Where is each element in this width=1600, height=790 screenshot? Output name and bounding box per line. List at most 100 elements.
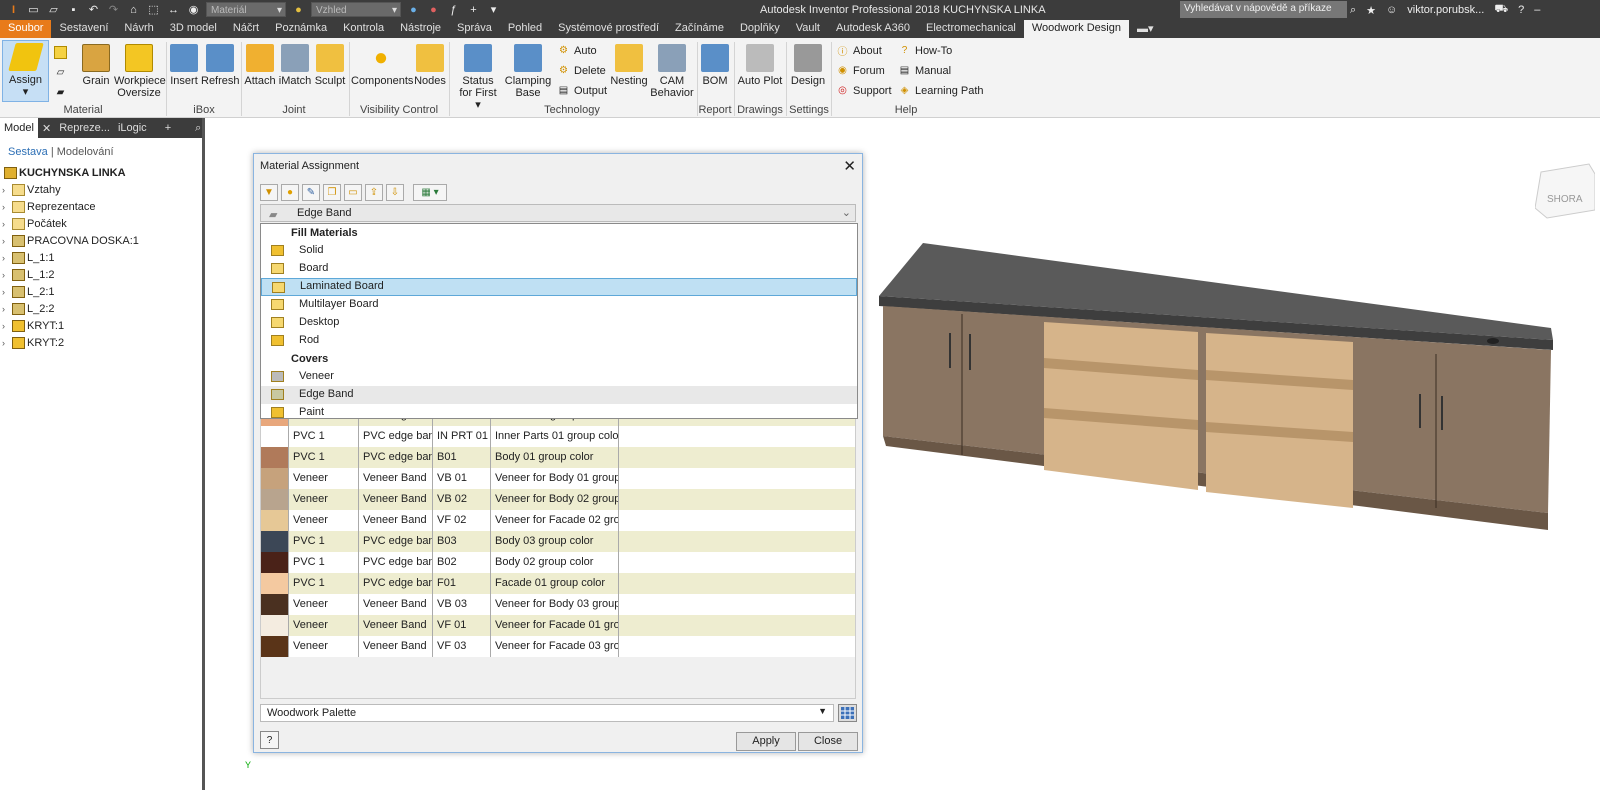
table-row[interactable]: Veneer Veneer Band VF 03 Veneer for Facade … [261, 636, 855, 657]
add-tab-button[interactable]: + [161, 122, 175, 134]
workpiece-oversize-button[interactable]: Workpiece Oversize [114, 42, 166, 99]
support-button[interactable]: ◎ Support [836, 84, 891, 97]
table-row[interactable]: Veneer Veneer Band VF 01 Veneer for Facade … [261, 615, 855, 636]
help-search-input[interactable]: Vyhledávat v nápovědě a příkaze [1180, 1, 1347, 18]
help-icon[interactable]: ? [1518, 4, 1524, 16]
table-row[interactable]: Veneer Veneer Band VB 01 Veneer for Body 01… [261, 468, 855, 489]
nodes-button[interactable]: Nodes [413, 42, 447, 87]
tree-item[interactable]: › Vztahy [2, 181, 202, 198]
pencil-icon[interactable]: ✎ [302, 184, 320, 201]
status-for-first-button[interactable]: Status for First ▾ [456, 42, 500, 111]
table-row[interactable]: Veneer Veneer Band VF 02 Veneer for Facade … [261, 510, 855, 531]
viewcube[interactable]: SHORA [1534, 160, 1596, 220]
tree-item[interactable]: › KRYT:2 [2, 334, 202, 351]
palette-select[interactable]: Woodwork Palette ▼ [260, 704, 834, 722]
tab-navrh[interactable]: Návrh [116, 20, 161, 38]
render-icon[interactable]: ◉ [186, 2, 201, 17]
tab-soubor[interactable]: Soubor [0, 20, 52, 38]
nesting-button[interactable]: Nesting [610, 42, 648, 87]
clear-appearance-icon[interactable]: ● [426, 2, 441, 17]
fx-icon[interactable]: ƒ [446, 2, 461, 17]
tree-item[interactable]: › Počátek [2, 215, 202, 232]
select-icon[interactable]: ⬚ [146, 2, 161, 17]
close-icon[interactable]: ✕ [38, 122, 55, 135]
dropdown-option-rod[interactable]: Rod [261, 332, 857, 350]
dropdown-option-desktop[interactable]: Desktop [261, 314, 857, 332]
dropdown-option-veneer[interactable]: Veneer [261, 368, 857, 386]
window-minimize-icon[interactable]: – [1534, 4, 1540, 16]
cart-icon[interactable]: ⛟ [1494, 3, 1508, 17]
table-row[interactable]: Veneer Veneer Band VB 02 Veneer for Body 02… [261, 489, 855, 510]
auto-plot-button[interactable]: Auto Plot [736, 42, 784, 87]
table-row[interactable]: PVC 1 PVC edge band B03 Body 03 group color [261, 531, 855, 552]
redo-icon[interactable]: ↷ [106, 2, 121, 17]
tree-item[interactable]: › L_2:2 [2, 300, 202, 317]
table-row[interactable]: Veneer Veneer Band VB 03 Veneer for Body 03… [261, 594, 855, 615]
insert-button[interactable]: Insert [169, 42, 199, 87]
dialog-close-icon[interactable]: ✕ [843, 157, 856, 175]
tab-zaciname[interactable]: Začínáme [667, 20, 732, 38]
tab-sprava[interactable]: Správa [449, 20, 500, 38]
dropdown-option-paint[interactable]: Paint [261, 404, 857, 422]
app-icon[interactable]: I [6, 2, 21, 17]
learning-path-button[interactable]: ◈ Learning Path [898, 84, 984, 97]
table-row[interactable]: PVC 1 PVC edge band IN PRT 01 Inner Parts 0… [261, 426, 855, 447]
how-to-button[interactable]: ? How-To [898, 44, 953, 57]
copy-icon[interactable]: ❐ [323, 184, 341, 201]
dropdown-option-edge-band[interactable]: Edge Band [261, 386, 857, 404]
filter-icon[interactable]: ▼ [260, 184, 278, 201]
tab-doplnky[interactable]: Doplňky [732, 20, 788, 38]
delete-button[interactable]: ⚙ Delete [557, 64, 606, 77]
import-icon[interactable]: ⇩ [386, 184, 404, 201]
folder-icon[interactable]: ▭ [344, 184, 362, 201]
user-icon[interactable]: ☺ [1386, 4, 1397, 16]
tab-vault[interactable]: Vault [788, 20, 828, 38]
appearance-icon[interactable]: ● [291, 2, 306, 17]
tree-item[interactable]: › L_2:1 [2, 283, 202, 300]
tab-kontrola[interactable]: Kontrola [335, 20, 392, 38]
adjust-appearance-icon[interactable]: ● [406, 2, 421, 17]
assign-veneer-button[interactable]: ▱ [54, 66, 67, 79]
close-button[interactable]: Close [798, 732, 858, 751]
save-icon[interactable]: ▪ [66, 2, 81, 17]
tab-ilogic[interactable]: iLogic [114, 122, 151, 134]
about-button[interactable]: ⓘ About [836, 44, 882, 59]
help-icon[interactable]: ? [260, 731, 279, 749]
forum-button[interactable]: ◉ Forum [836, 64, 885, 77]
attach-button[interactable]: Attach [243, 42, 277, 87]
appearance-select[interactable]: Vzhled [311, 2, 401, 18]
imatch-button[interactable]: iMatch [278, 42, 312, 87]
dropdown-option-laminated-board[interactable]: Laminated Board [261, 278, 857, 296]
user-name[interactable]: viktor.porubsk... [1407, 4, 1484, 16]
tree-item[interactable]: › L_1:1 [2, 249, 202, 266]
tree-root[interactable]: KUCHYNSKA LINKA [2, 164, 202, 181]
palette-grid-button[interactable] [838, 704, 857, 722]
sculpt-button[interactable]: Sculpt [313, 42, 347, 87]
assign-edge-button[interactable]: ▰ [54, 86, 67, 99]
tab-overflow-icon[interactable]: ▬▾ [1129, 20, 1162, 38]
dropdown-option-board[interactable]: Board [261, 260, 857, 278]
assign-button[interactable]: Assign ▾ [2, 40, 49, 102]
dropdown-option-multilayer-board[interactable]: Multilayer Board [261, 296, 857, 314]
plus-icon[interactable]: + [466, 2, 481, 17]
auto-button[interactable]: ⚙ Auto [557, 44, 597, 57]
clamping-base-button[interactable]: Clamping Base [503, 42, 553, 99]
cam-behavior-button[interactable]: CAM Behavior [650, 42, 694, 99]
tab-nacrt[interactable]: Náčrt [225, 20, 267, 38]
bom-button[interactable]: BOM [699, 42, 731, 87]
tab-nastroje[interactable]: Nástroje [392, 20, 449, 38]
tab-sestaveni[interactable]: Sestavení [51, 20, 116, 38]
tree-item[interactable]: › L_1:2 [2, 266, 202, 283]
components-button[interactable]: ● Components [351, 42, 413, 88]
table-row[interactable]: PVC 1 PVC edge band B02 Body 02 group color [261, 552, 855, 573]
home-icon[interactable]: ⌂ [126, 2, 141, 17]
star-icon[interactable]: ★ [1366, 4, 1376, 17]
design-button[interactable]: Design [788, 42, 828, 87]
open-file-icon[interactable]: ▱ [46, 2, 61, 17]
material-type-select[interactable]: ▰ Edge Band ⌄ [260, 204, 856, 222]
tab-poznamka[interactable]: Poznámka [267, 20, 335, 38]
table-row[interactable]: PVC 1 PVC edge band B01 Body 01 group color [261, 447, 855, 468]
tree-item[interactable]: › KRYT:1 [2, 317, 202, 334]
tab-systemove-prostredi[interactable]: Systémové prostředí [550, 20, 667, 38]
assign-solid-button[interactable] [54, 46, 67, 59]
